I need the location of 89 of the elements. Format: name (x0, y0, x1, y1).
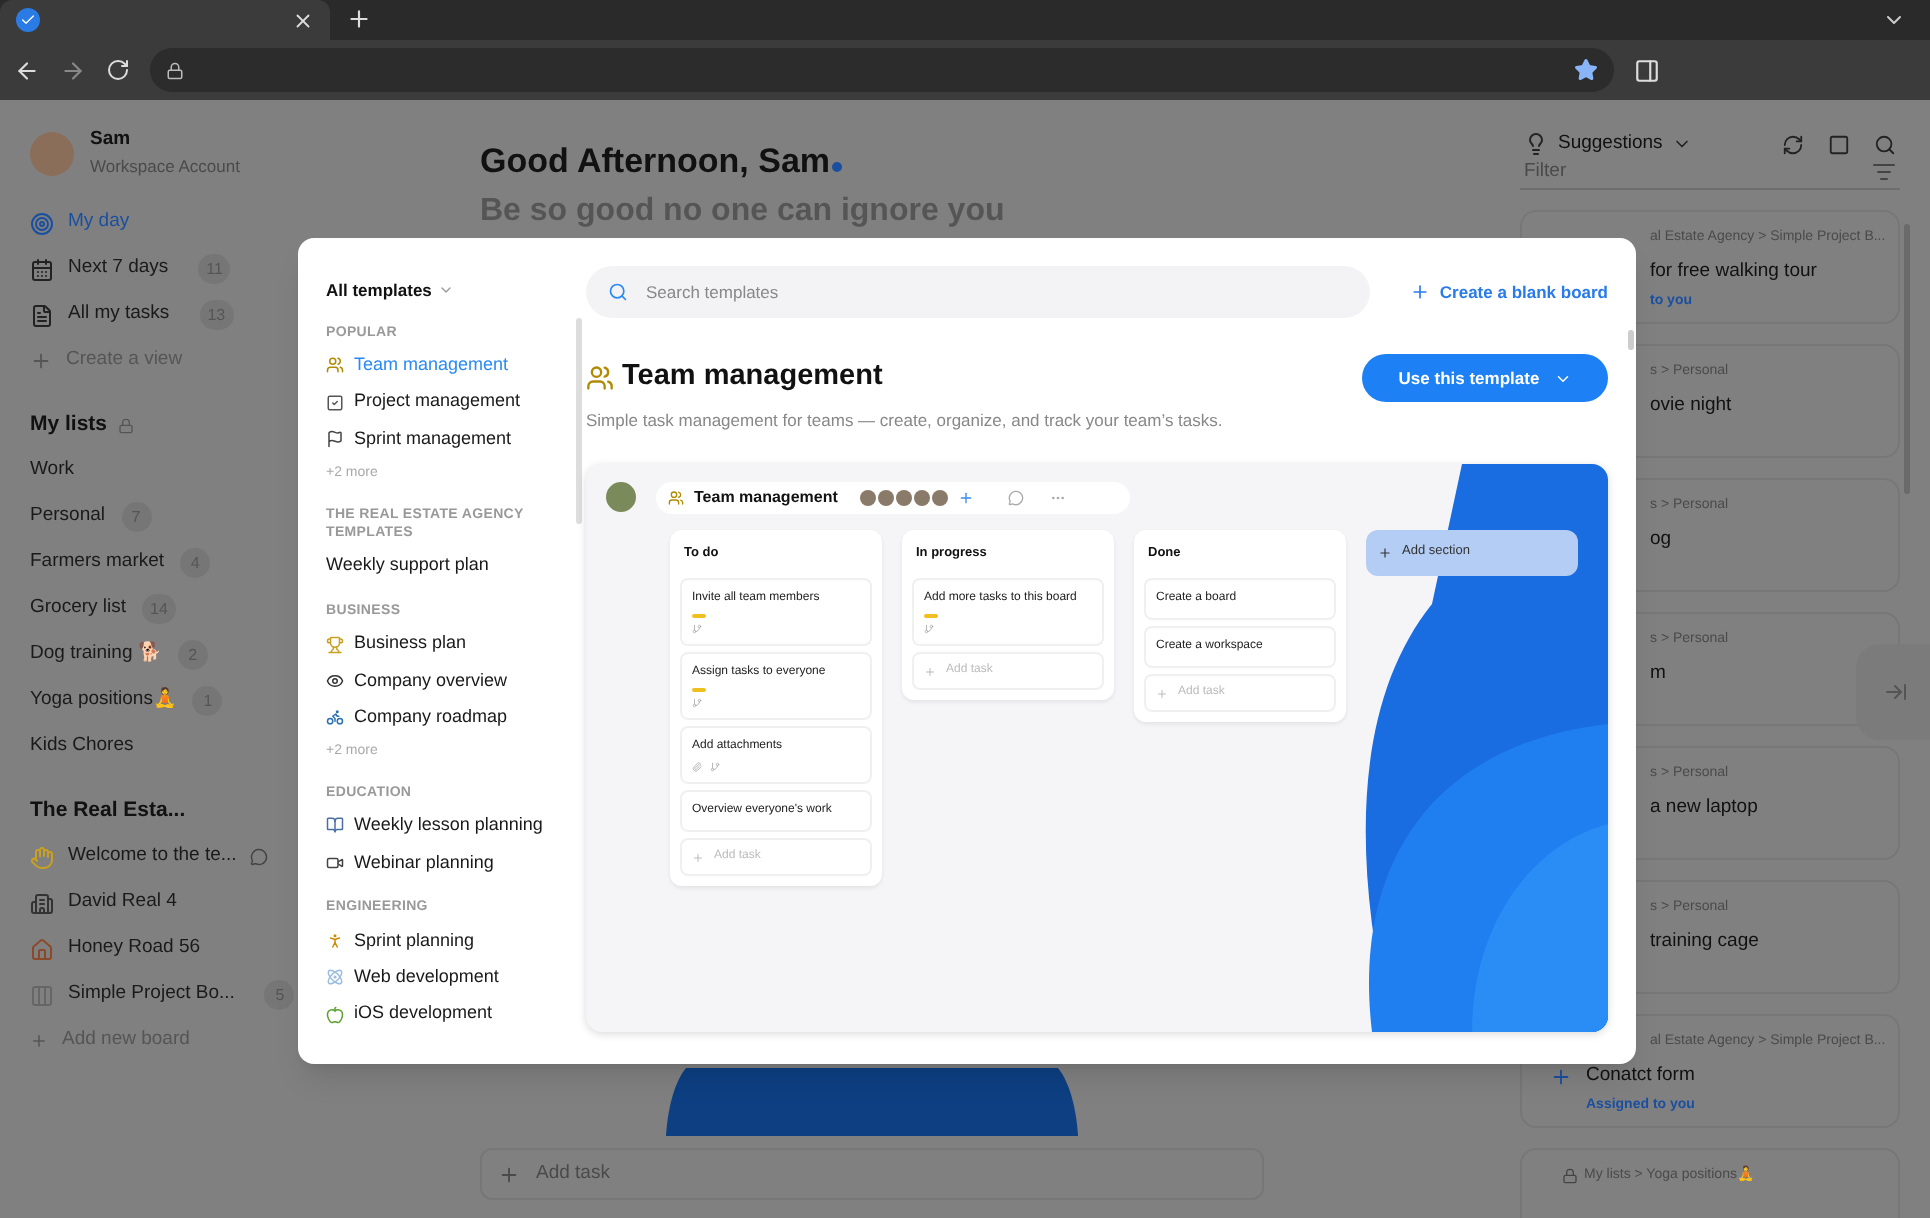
plus-icon (30, 350, 52, 372)
comment-icon (250, 848, 269, 866)
comment-icon (1007, 489, 1024, 505)
people-icon (326, 356, 344, 375)
task-title: og (1650, 526, 1674, 554)
workspace-title: The Real Esta... (30, 795, 186, 826)
template-item[interactable]: Web development (326, 959, 586, 997)
greeting-heading: Good Afternoon, Sam (480, 140, 831, 184)
task-title: for free walking tour (1650, 258, 1819, 286)
template-item[interactable]: Team management (326, 347, 586, 385)
template-item[interactable]: Company roadmap (326, 699, 586, 736)
priority-bar (692, 688, 706, 693)
square-icon[interactable] (1828, 133, 1850, 156)
document-icon (30, 303, 54, 327)
columns-icon (30, 983, 54, 1007)
template-title: Team management (622, 358, 883, 396)
close-icon[interactable] (292, 9, 314, 31)
add-member-icon (957, 489, 974, 505)
target-icon (30, 211, 54, 235)
template-item[interactable]: Webinar planning (326, 844, 586, 881)
paperclip-icon (692, 762, 702, 773)
board-title: Team management (694, 485, 838, 509)
template-item[interactable]: Sprint management (326, 420, 586, 458)
section-title: My lists (30, 409, 108, 440)
lock-icon (117, 417, 134, 433)
people-icon (668, 489, 684, 505)
template-item[interactable]: Weekly support plan (326, 547, 586, 584)
back-icon[interactable] (14, 57, 40, 83)
house-icon (30, 937, 54, 961)
hand-icon (30, 845, 54, 869)
plus-icon (1156, 687, 1168, 700)
template-item[interactable]: Business plan (326, 625, 586, 663)
plus-icon (1409, 282, 1430, 302)
favicon-icon (16, 8, 40, 32)
plus-icon (30, 1032, 48, 1050)
side-panel-icon[interactable] (1634, 57, 1660, 83)
plus-icon (692, 851, 704, 864)
plus-icon (924, 665, 936, 678)
template-description: Simple task management for teams — create, organize, and track your team’s tasks. (586, 407, 1223, 433)
eyes-icon (326, 671, 344, 690)
plus-icon (1378, 545, 1392, 559)
filter-icon[interactable] (1872, 160, 1896, 185)
task-title: training cage (1650, 928, 1761, 956)
checkbox-icon (326, 393, 344, 412)
template-item[interactable]: iOS development (326, 996, 586, 1033)
task-title: Conatct form (1586, 1062, 1695, 1090)
search-icon (608, 282, 628, 302)
camera-icon (326, 853, 344, 872)
category-dropdown[interactable]: All templates (326, 278, 586, 304)
subtask-icon (924, 624, 934, 635)
people-icon (586, 363, 614, 392)
refresh-icon[interactable] (1782, 133, 1804, 156)
priority-bar (924, 614, 938, 619)
template-item[interactable]: Project management (326, 384, 586, 421)
search-field[interactable]: Search templates (586, 266, 1370, 318)
task-title: a new laptop (1650, 794, 1760, 822)
trophy-icon (326, 635, 344, 654)
user-name: Sam (90, 126, 133, 154)
lock-icon (1562, 1167, 1578, 1184)
subtask-icon (710, 762, 720, 773)
task-title: ovie night (1650, 392, 1734, 420)
new-tab-icon[interactable] (346, 6, 372, 32)
reload-icon[interactable] (106, 58, 130, 82)
book-icon (326, 816, 344, 835)
arrow-to-line-icon (1884, 680, 1908, 704)
priority-bar (692, 614, 706, 619)
template-item[interactable]: Sprint planning (326, 922, 586, 960)
calendar-icon (30, 257, 54, 281)
avatar (606, 482, 636, 512)
use-template-button[interactable]: Use this template (1362, 354, 1608, 402)
template-item[interactable]: Company overview (326, 662, 586, 700)
lock-icon (166, 61, 184, 79)
subtask-icon (692, 624, 702, 635)
lightbulb-icon (1524, 132, 1548, 157)
atom-icon (326, 968, 344, 987)
forward-icon[interactable] (60, 57, 86, 83)
task-title: m (1650, 660, 1668, 688)
suggestions-dropdown[interactable]: Suggestions (1524, 130, 1693, 159)
runner-icon (326, 932, 344, 951)
subtask-icon (692, 698, 702, 709)
plus-icon (498, 1163, 520, 1185)
building-icon (30, 891, 54, 915)
flag-icon (326, 429, 344, 448)
cyclist-icon (326, 708, 344, 727)
template-item[interactable]: Weekly lesson planning (326, 807, 586, 845)
bookmark-star-icon[interactable] (1574, 58, 1598, 82)
search-icon[interactable] (1874, 133, 1896, 156)
scrollbar (1628, 330, 1634, 350)
apple-icon (326, 1005, 344, 1024)
